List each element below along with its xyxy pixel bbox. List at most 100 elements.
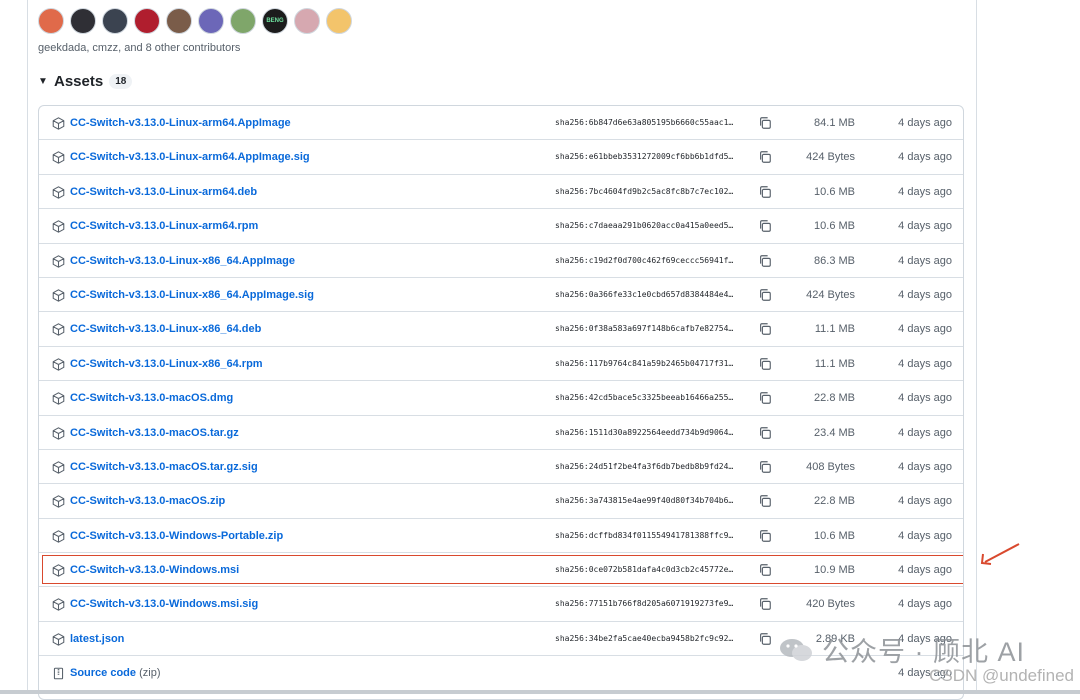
page-right-border <box>976 0 977 694</box>
asset-name: CC-Switch-v3.13.0-macOS.zip <box>70 495 226 508</box>
asset-date: 4 days ago <box>898 185 952 198</box>
copy-icon[interactable] <box>758 116 772 130</box>
asset-date: 4 days ago <box>898 323 952 336</box>
contributor-avatar[interactable] <box>70 8 96 34</box>
asset-name-suffix: (zip) <box>139 667 161 680</box>
wechat-icon <box>780 638 812 661</box>
asset-size: 408 Bytes <box>806 460 855 473</box>
asset-download-link[interactable]: CC-Switch-v3.13.0-Linux-arm64.AppImage.s… <box>70 140 310 174</box>
asset-name: CC-Switch-v3.13.0-macOS.dmg <box>70 392 234 405</box>
copy-icon[interactable] <box>758 288 772 302</box>
asset-download-link[interactable]: CC-Switch-v3.13.0-macOS.zip <box>70 484 225 518</box>
copy-icon[interactable] <box>758 322 772 336</box>
collapse-caret-icon[interactable]: ▼ <box>38 76 48 87</box>
contributor-avatar[interactable] <box>166 8 192 34</box>
copy-icon[interactable] <box>758 391 772 405</box>
asset-download-link[interactable]: CC-Switch-v3.13.0-macOS.tar.gz.sig <box>70 450 258 484</box>
asset-date: 4 days ago <box>898 117 952 129</box>
copy-icon[interactable] <box>758 219 772 233</box>
csdn-watermark: CSDN @undefined <box>929 666 1074 685</box>
package-icon <box>52 529 65 543</box>
assets-header[interactable]: ▼ Assets 18 <box>38 71 133 91</box>
asset-sha256: sha256:34be2fa5cae40ecba9458b2fc9c92… <box>555 633 734 643</box>
asset-date: 4 days ago <box>898 495 952 508</box>
asset-date: 4 days ago <box>898 151 952 164</box>
contributor-avatar[interactable] <box>198 8 224 34</box>
asset-size: 86.3 MB <box>814 254 855 267</box>
asset-row: CC-Switch-v3.13.0-Linux-x86_64.deb sha256… <box>39 312 963 347</box>
asset-sha256: sha256:117b9764c841a59b2465b04717f31… <box>555 358 734 368</box>
asset-sha256: sha256:6b847d6e63a805195b6660c55aac1… <box>555 118 734 127</box>
asset-download-link[interactable]: CC-Switch-v3.13.0-macOS.dmg <box>70 381 233 415</box>
package-icon <box>52 495 65 509</box>
copy-icon[interactable] <box>758 254 772 268</box>
asset-size: 84.1 MB <box>814 117 855 129</box>
asset-date: 4 days ago <box>898 426 952 439</box>
asset-row-highlighted: CC-Switch-v3.13.0-Windows.msi sha256:0ce0… <box>39 553 963 588</box>
package-icon <box>52 220 65 233</box>
asset-sha256: sha256:0f38a583a697f148b6cafb7e82754… <box>555 324 734 334</box>
contributor-avatar[interactable] <box>102 8 128 34</box>
asset-size: 11.1 MB <box>814 323 855 336</box>
asset-row: CC-Switch-v3.13.0-macOS.zip sha256:3a7438… <box>39 484 963 519</box>
copy-icon[interactable] <box>758 426 772 440</box>
copy-icon[interactable] <box>758 357 772 371</box>
asset-row: CC-Switch-v3.13.0-Windows.msi.sig sha256:… <box>39 587 963 622</box>
copy-icon[interactable] <box>758 185 772 199</box>
asset-download-link[interactable]: CC-Switch-v3.13.0-Linux-x86_64.deb <box>70 312 261 346</box>
package-icon <box>52 117 65 130</box>
copy-icon[interactable] <box>758 150 772 164</box>
package-icon <box>52 358 65 371</box>
asset-date: 4 days ago <box>898 254 952 267</box>
asset-row: CC-Switch-v3.13.0-macOS.tar.gz sha256:151… <box>39 416 963 450</box>
asset-download-link[interactable]: Source code (zip) <box>70 656 160 690</box>
asset-download-link[interactable]: CC-Switch-v3.13.0-Linux-x86_64.rpm <box>70 347 263 381</box>
asset-sha256: sha256:77151b766f8d205a6071919273fe9… <box>555 599 734 609</box>
contributor-avatar[interactable] <box>134 8 160 34</box>
package-icon <box>52 461 65 474</box>
asset-row: CC-Switch-v3.13.0-Linux-arm64.AppImage.s… <box>39 140 963 175</box>
asset-size: 22.8 MB <box>814 495 855 508</box>
asset-download-link[interactable]: CC-Switch-v3.13.0-Windows.msi.sig <box>70 587 258 621</box>
contributor-avatar[interactable] <box>294 8 320 34</box>
asset-size: 22.8 MB <box>814 392 855 405</box>
asset-download-link[interactable]: CC-Switch-v3.13.0-Linux-x86_64.AppImage.… <box>70 278 314 312</box>
asset-size: 10.9 MB <box>814 564 855 577</box>
asset-download-link[interactable]: CC-Switch-v3.13.0-macOS.tar.gz <box>70 416 239 450</box>
contributor-avatar[interactable] <box>38 8 64 34</box>
copy-icon[interactable] <box>758 460 772 474</box>
package-icon <box>52 392 65 405</box>
contributor-avatar[interactable] <box>326 8 352 34</box>
copy-icon[interactable] <box>758 597 772 611</box>
assets-count-badge: 18 <box>109 73 133 89</box>
asset-download-link[interactable]: CC-Switch-v3.13.0-Windows-Portable.zip <box>70 519 283 553</box>
asset-download-link[interactable]: CC-Switch-v3.13.0-Linux-x86_64.AppImage <box>70 244 295 278</box>
asset-name: CC-Switch-v3.13.0-Linux-x86_64.deb <box>70 323 262 336</box>
asset-date: 4 days ago <box>898 460 952 473</box>
asset-size: 424 Bytes <box>806 151 855 164</box>
file-zip-icon <box>52 667 65 680</box>
asset-size: 10.6 MB <box>814 185 855 198</box>
asset-download-link[interactable]: CC-Switch-v3.13.0-Linux-arm64.AppImage <box>70 106 291 140</box>
asset-sha256: sha256:0a366fe33c1e0cbd657d8384484e4… <box>555 289 734 299</box>
asset-name: CC-Switch-v3.13.0-Linux-x86_64.AppImage <box>70 254 295 267</box>
asset-name: CC-Switch-v3.13.0-Linux-arm64.deb <box>70 185 258 198</box>
package-icon <box>52 289 65 302</box>
asset-download-link[interactable]: CC-Switch-v3.13.0-Windows.msi <box>70 553 239 587</box>
copy-icon[interactable] <box>758 529 772 543</box>
copy-icon[interactable] <box>758 632 772 646</box>
package-icon <box>52 323 65 337</box>
asset-download-link[interactable]: CC-Switch-v3.13.0-Linux-arm64.rpm <box>70 209 258 243</box>
asset-row: CC-Switch-v3.13.0-Linux-arm64.deb sha256:… <box>39 175 963 210</box>
asset-sha256: sha256:3a743815e4ae99f40d80f34b704b6… <box>555 496 734 506</box>
asset-sha256: sha256:c7daeaa291b0620acc0a415a0eed5… <box>555 221 734 231</box>
asset-size: 424 Bytes <box>806 288 855 301</box>
copy-icon[interactable] <box>758 494 772 508</box>
copy-icon[interactable] <box>758 563 772 577</box>
asset-name: CC-Switch-v3.13.0-Linux-arm64.AppImage <box>70 117 291 129</box>
asset-download-link[interactable]: latest.json <box>70 622 124 656</box>
contributor-avatar[interactable] <box>230 8 256 34</box>
assets-title: Assets <box>54 72 104 90</box>
contributor-avatar[interactable]: BENG <box>262 8 288 34</box>
asset-download-link[interactable]: CC-Switch-v3.13.0-Linux-arm64.deb <box>70 175 257 209</box>
